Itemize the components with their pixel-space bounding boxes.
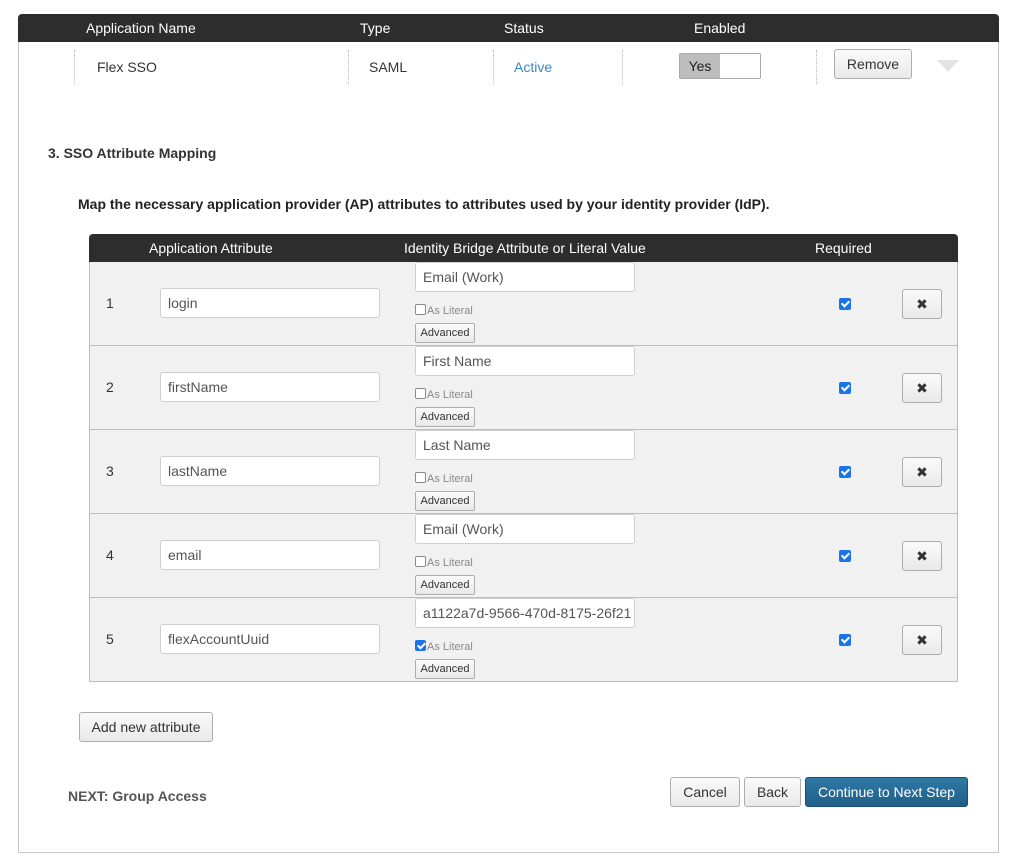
required-checkbox[interactable] [839,466,851,478]
delete-row-button[interactable]: ✖ [902,457,942,487]
col-application-attribute: Application Attribute [149,240,273,256]
advanced-button[interactable]: Advanced [415,323,475,343]
advanced-button[interactable]: Advanced [415,575,475,595]
cell-separator [348,50,349,84]
continue-button[interactable]: Continue to Next Step [805,777,968,807]
close-icon: ✖ [916,379,928,396]
application-attribute-input[interactable]: lastName [160,456,380,486]
advanced-button[interactable]: Advanced [415,659,475,679]
as-literal-option: As Literal [415,638,473,653]
as-literal-option: As Literal [415,470,473,485]
application-attribute-input[interactable]: email [160,540,380,570]
identity-bridge-attribute-input[interactable]: Email (Work) [415,514,635,544]
enabled-toggle-label: Yes [680,54,720,78]
as-literal-label: As Literal [427,473,473,485]
next-step-label: NEXT: Group Access [68,788,207,804]
as-literal-checkbox[interactable] [415,387,426,399]
application-attribute-input[interactable]: login [160,288,380,318]
as-literal-checkbox[interactable] [415,303,426,315]
close-icon: ✖ [916,631,928,648]
app-type: SAML [369,59,408,75]
delete-row-button[interactable]: ✖ [902,289,942,319]
required-checkbox[interactable] [839,634,851,646]
mapping-row: 2 firstName First Name As Literal Advanc… [90,346,957,430]
identity-bridge-attribute-input[interactable]: Last Name [415,430,635,460]
col-enabled: Enabled [694,20,746,36]
mapping-table-body: 1 login Email (Work) As Literal Advanced… [89,262,958,682]
required-checkbox[interactable] [839,550,851,562]
app-name: Flex SSO [97,59,157,75]
mapping-row: 4 email Email (Work) As Literal Advanced… [90,514,957,598]
cancel-button[interactable]: Cancel [670,777,740,807]
application-attribute-input[interactable]: flexAccountUuid [160,624,380,654]
chevron-down-icon[interactable] [937,60,959,72]
identity-bridge-attribute-input[interactable]: Email (Work) [415,262,635,292]
as-literal-option: As Literal [415,302,473,317]
mapping-row: 5 flexAccountUuid a1122a7d-9566-470d-817… [90,598,957,682]
delete-row-button[interactable]: ✖ [902,373,942,403]
app-table-header: Application Name Type Status Enabled [18,14,999,42]
col-required: Required [815,240,872,256]
back-button[interactable]: Back [744,777,801,807]
identity-bridge-attribute-input[interactable]: a1122a7d-9566-470d-8175-26f21 [415,598,635,628]
required-checkbox[interactable] [839,298,851,310]
delete-row-button[interactable]: ✖ [902,625,942,655]
as-literal-option: As Literal [415,386,473,401]
cell-separator [74,50,75,84]
close-icon: ✖ [916,463,928,480]
row-number: 2 [106,379,114,395]
required-checkbox[interactable] [839,382,851,394]
close-icon: ✖ [916,295,928,312]
col-application-name: Application Name [86,20,196,36]
as-literal-option: As Literal [415,554,473,569]
advanced-button[interactable]: Advanced [415,407,475,427]
row-number: 1 [106,295,114,311]
as-literal-checkbox[interactable] [415,471,426,483]
identity-bridge-attribute-input[interactable]: First Name [415,346,635,376]
cell-separator [493,50,494,84]
mapping-row: 1 login Email (Work) As Literal Advanced… [90,262,957,346]
application-attribute-input[interactable]: firstName [160,372,380,402]
as-literal-checkbox[interactable] [415,555,426,567]
advanced-button[interactable]: Advanced [415,491,475,511]
cell-separator [816,50,817,84]
section-intro: Map the necessary application provider (… [78,196,770,212]
col-type: Type [360,20,391,36]
row-number: 3 [106,463,114,479]
as-literal-label: As Literal [427,641,473,653]
cell-separator [622,50,623,84]
mapping-table-header: Application Attribute Identity Bridge At… [89,234,958,262]
app-status: Active [514,59,553,75]
remove-button[interactable]: Remove [834,49,912,79]
delete-row-button[interactable]: ✖ [902,541,942,571]
mapping-row: 3 lastName Last Name As Literal Advanced… [90,430,957,514]
add-new-attribute-button[interactable]: Add new attribute [79,712,213,742]
enabled-toggle[interactable]: Yes [679,53,761,79]
as-literal-checkbox[interactable] [415,639,426,651]
as-literal-label: As Literal [427,389,473,401]
as-literal-label: As Literal [427,305,473,317]
col-identity-bridge-attribute: Identity Bridge Attribute or Literal Val… [404,240,646,256]
close-icon: ✖ [916,547,928,564]
row-number: 5 [106,631,114,647]
row-number: 4 [106,547,114,563]
as-literal-label: As Literal [427,557,473,569]
app-table-row: Flex SSO SAML Active Yes Remove [18,42,999,93]
section-title: 3. SSO Attribute Mapping [48,145,217,161]
col-status: Status [504,20,544,36]
